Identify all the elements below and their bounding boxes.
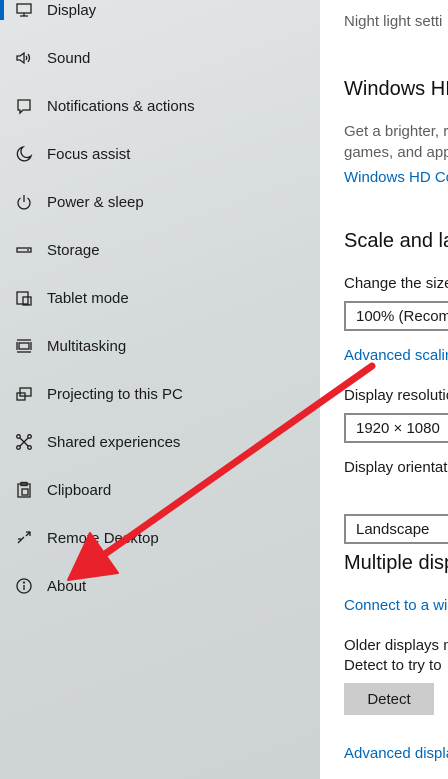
power-icon	[14, 192, 34, 212]
tablet-icon	[14, 288, 34, 308]
sidebar-item-tablet-mode[interactable]: Tablet mode	[0, 278, 320, 318]
clipboard-icon	[14, 480, 34, 500]
display-resolution-label: Display resolutio	[344, 387, 448, 404]
scale-dropdown-value: 100% (Recomm	[356, 307, 448, 325]
info-icon	[14, 576, 34, 596]
sidebar-item-label: Focus assist	[47, 145, 131, 163]
selection-indicator	[0, 0, 4, 20]
older-displays-text-line2: Detect to try to	[344, 657, 442, 674]
hd-color-description-line1: Get a brighter, r	[344, 123, 448, 140]
sidebar-item-storage[interactable]: Storage	[0, 230, 320, 270]
sidebar-item-about[interactable]: About	[0, 566, 320, 606]
display-icon	[14, 0, 34, 20]
sidebar-item-projecting[interactable]: Projecting to this PC	[0, 374, 320, 414]
sidebar-item-clipboard[interactable]: Clipboard	[0, 470, 320, 510]
sidebar-item-shared-experiences[interactable]: Shared experiences	[0, 422, 320, 462]
display-orientation-label: Display orientat	[344, 459, 448, 476]
sidebar-item-label: Multitasking	[47, 337, 127, 355]
projecting-icon	[14, 384, 34, 404]
sidebar-item-notifications[interactable]: Notifications & actions	[0, 86, 320, 126]
resolution-dropdown[interactable]: 1920 × 1080	[344, 413, 448, 443]
sidebar-item-label: About	[47, 577, 87, 595]
sidebar-item-power-sleep[interactable]: Power & sleep	[0, 182, 320, 222]
sidebar-item-label: Notifications & actions	[47, 97, 195, 115]
connect-wireless-display-link[interactable]: Connect to a wi	[344, 597, 447, 614]
hd-color-settings-link[interactable]: Windows HD Co	[344, 169, 448, 186]
sidebar-item-label: Shared experiences	[47, 433, 181, 451]
sidebar-item-label: Storage	[47, 241, 100, 259]
sidebar-item-sound[interactable]: Sound	[0, 38, 320, 78]
sidebar-item-label: Projecting to this PC	[47, 385, 183, 403]
advanced-display-settings-link[interactable]: Advanced displa	[344, 745, 448, 762]
sidebar-item-label: Clipboard	[47, 481, 112, 499]
sidebar-item-label: Sound	[47, 49, 91, 67]
display-settings-content: Night light setti Windows HI Get a brigh…	[320, 0, 448, 779]
sidebar-item-label: Remote Desktop	[47, 529, 159, 547]
shared-experiences-icon	[14, 432, 34, 452]
hd-color-description-line2: games, and app	[344, 144, 448, 161]
sidebar-item-label: Power & sleep	[47, 193, 144, 211]
multiple-displays-heading: Multiple disp	[344, 552, 448, 574]
detect-button[interactable]: Detect	[344, 683, 434, 715]
sidebar-item-label: Display	[47, 1, 97, 19]
sidebar: Display Sound Notifications & actions Fo…	[0, 0, 320, 779]
advanced-scaling-link[interactable]: Advanced scalin	[344, 347, 448, 364]
sidebar-item-multitasking[interactable]: Multitasking	[0, 326, 320, 366]
sidebar-item-label: Tablet mode	[47, 289, 129, 307]
sidebar-item-display[interactable]: Display	[0, 0, 320, 30]
scale-dropdown[interactable]: 100% (Recomm	[344, 301, 448, 331]
sidebar-item-focus-assist[interactable]: Focus assist	[0, 134, 320, 174]
remote-desktop-icon	[14, 528, 34, 548]
speaker-icon	[14, 48, 34, 68]
moon-icon	[14, 144, 34, 164]
sidebar-item-remote-desktop[interactable]: Remote Desktop	[0, 518, 320, 558]
notifications-icon	[14, 96, 34, 116]
orientation-dropdown-value: Landscape	[356, 520, 430, 538]
scale-layout-heading: Scale and la	[344, 230, 448, 252]
settings-window: Display Sound Notifications & actions Fo…	[0, 0, 448, 779]
multitasking-icon	[14, 336, 34, 356]
night-light-settings-text: Night light setti	[344, 13, 443, 30]
orientation-dropdown[interactable]: Landscape	[344, 514, 448, 544]
hd-color-heading: Windows HI	[344, 78, 448, 100]
storage-icon	[14, 240, 34, 260]
resolution-dropdown-value: 1920 × 1080	[356, 419, 440, 437]
change-size-label: Change the size	[344, 275, 448, 292]
older-displays-text-line1: Older displays m	[344, 637, 448, 654]
